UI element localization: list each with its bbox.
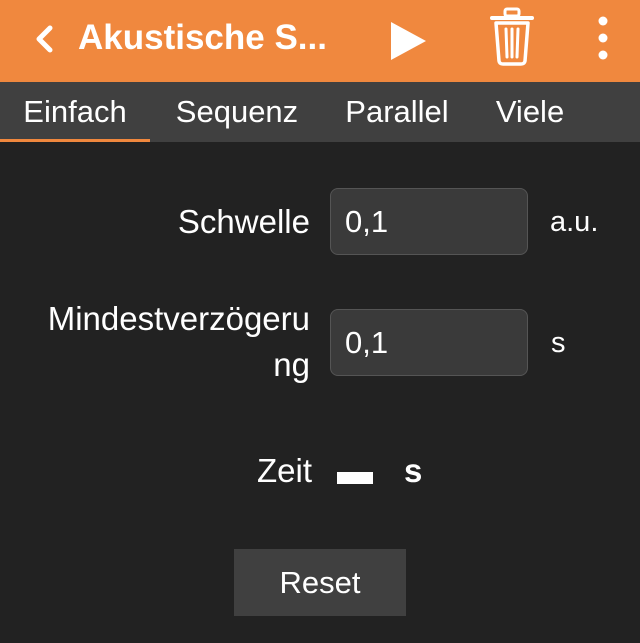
time-value-placeholder bbox=[337, 472, 373, 484]
more-options-button[interactable] bbox=[588, 12, 618, 64]
chevron-left-icon bbox=[36, 25, 53, 53]
tab-einfach[interactable]: Einfach bbox=[0, 82, 150, 142]
threshold-input[interactable] bbox=[330, 188, 528, 255]
tab-viele[interactable]: Viele bbox=[484, 82, 576, 142]
min-delay-input[interactable] bbox=[330, 309, 528, 376]
threshold-unit: a.u. bbox=[550, 206, 599, 238]
min-delay-label-line2: ng bbox=[273, 346, 310, 383]
tab-sequenz[interactable]: Sequenz bbox=[160, 82, 314, 142]
min-delay-unit: s bbox=[551, 327, 566, 359]
play-icon bbox=[391, 22, 426, 60]
tab-bar: Einfach Sequenz Parallel Viele bbox=[0, 82, 640, 142]
more-vertical-icon bbox=[598, 16, 608, 60]
delete-button[interactable] bbox=[486, 6, 538, 68]
app-bar: Akustische S... bbox=[0, 0, 640, 82]
min-delay-label: Mindestverzögeru ng bbox=[0, 296, 310, 388]
time-label: Zeit bbox=[256, 452, 312, 489]
trash-icon bbox=[490, 7, 534, 66]
reset-button[interactable]: Reset bbox=[234, 549, 406, 616]
time-unit: s bbox=[404, 452, 423, 489]
app-screen: Akustische S... Einfach Sequenz Parallel… bbox=[0, 0, 640, 643]
threshold-label: Schwelle bbox=[177, 203, 310, 240]
page-title: Akustische S... bbox=[78, 18, 327, 57]
back-button[interactable] bbox=[28, 19, 64, 59]
play-button[interactable] bbox=[384, 18, 430, 64]
min-delay-label-line1: Mindestverzögeru bbox=[47, 300, 310, 337]
tab-parallel[interactable]: Parallel bbox=[334, 82, 460, 142]
